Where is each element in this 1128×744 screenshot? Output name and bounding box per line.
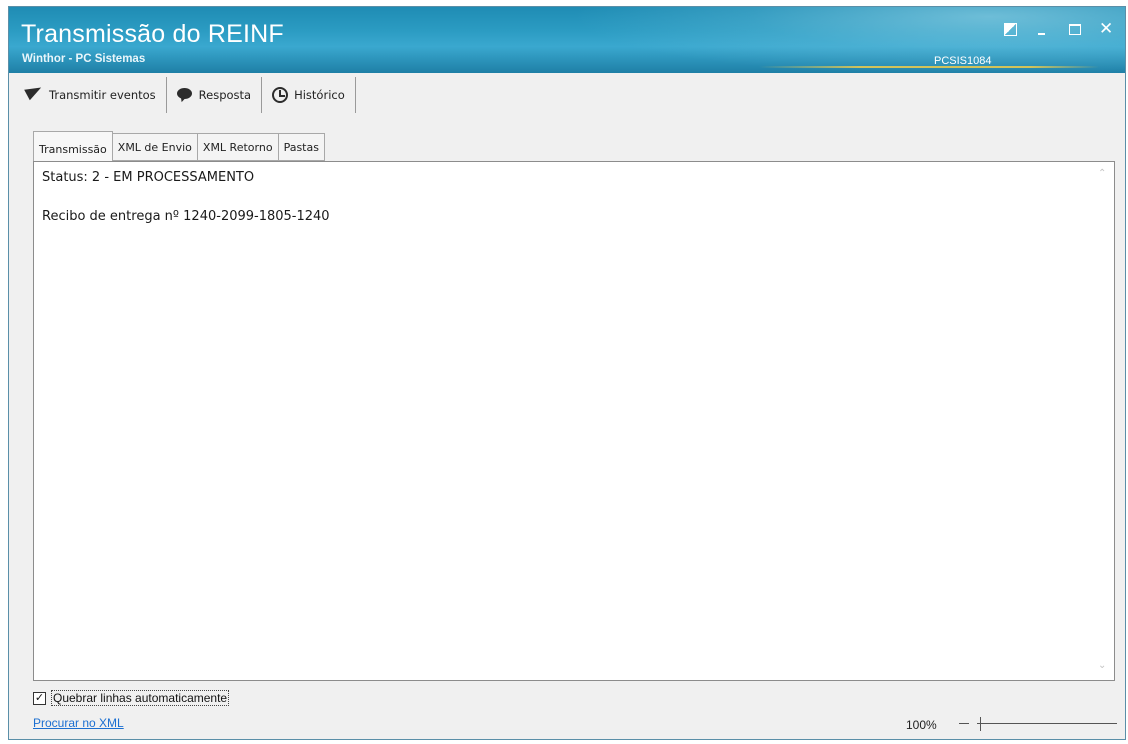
tab-historico[interactable]: Histórico	[262, 77, 356, 113]
sub-tabs: Transmissão XML de Envio XML Retorno Pas…	[33, 131, 325, 164]
tab-label: Transmitir eventos	[49, 88, 156, 102]
maximize-icon[interactable]	[1067, 21, 1083, 37]
receipt-line: Recibo de entrega nº 1240-2099-1805-1240	[42, 209, 330, 224]
clock-icon	[272, 87, 289, 103]
scroll-down-icon[interactable]: ⌄	[1098, 661, 1108, 671]
zoom-out-icon[interactable]	[959, 723, 969, 724]
tab-transmitir-eventos[interactable]: Transmitir eventos	[15, 77, 167, 113]
search-xml-link[interactable]: Procurar no XML	[33, 716, 124, 730]
main-tabs: Transmitir eventos Resposta Histórico	[15, 77, 356, 113]
close-icon[interactable]: ✕	[1099, 21, 1115, 38]
tab-resposta[interactable]: Resposta	[166, 77, 263, 113]
zoom-slider[interactable]	[955, 714, 1121, 734]
minimize-icon[interactable]	[1035, 21, 1051, 37]
title-bar-accent-line	[759, 66, 1099, 68]
scroll-up-icon[interactable]: ⌃	[1098, 169, 1108, 179]
speech-bubble-icon	[176, 87, 193, 103]
subtab-xml-de-envio[interactable]: XML de Envio	[112, 133, 198, 161]
app-window: Transmissão do REINF Winthor - PC Sistem…	[8, 6, 1126, 740]
subtab-xml-retorno[interactable]: XML Retorno	[197, 133, 279, 161]
tab-label: Resposta	[198, 88, 252, 102]
app-code: PCSIS1084	[934, 55, 992, 67]
checkbox-box[interactable]: ✓	[33, 691, 46, 705]
restore-icon[interactable]	[1003, 21, 1019, 37]
zoom-slider-track	[977, 723, 1117, 724]
subtab-pastas[interactable]: Pastas	[278, 133, 325, 161]
title-bar-sheen	[569, 7, 1125, 73]
zoom-slider-thumb[interactable]	[980, 717, 984, 731]
paper-plane-icon	[27, 87, 43, 103]
window-controls: ✕	[1003, 21, 1115, 38]
app-subtitle: Winthor - PC Sistemas	[22, 53, 146, 65]
status-line: Status: 2 - EM PROCESSAMENTO	[42, 170, 255, 185]
tab-label: Histórico	[294, 88, 345, 102]
wrap-lines-label: Quebrar linhas automaticamente	[51, 690, 230, 706]
app-title: Transmissão do REINF	[21, 20, 284, 48]
wrap-lines-checkbox[interactable]: ✓ Quebrar linhas automaticamente	[33, 690, 230, 706]
zoom-level-label: 100%	[906, 718, 937, 732]
response-text-area[interactable]: Status: 2 - EM PROCESSAMENTO Recibo de e…	[33, 161, 1115, 681]
title-bar: Transmissão do REINF Winthor - PC Sistem…	[9, 7, 1125, 73]
subtab-transmissao[interactable]: Transmissão	[33, 131, 113, 164]
